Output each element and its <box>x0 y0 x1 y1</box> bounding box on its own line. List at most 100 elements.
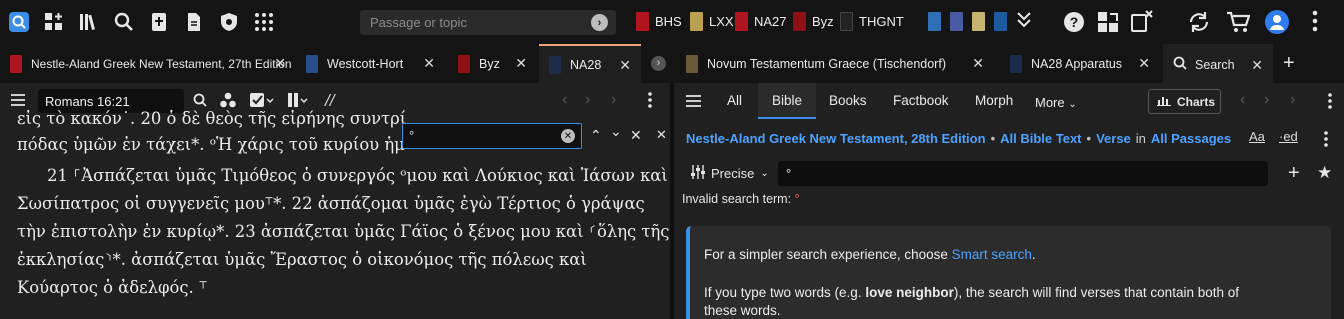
resource-link[interactable]: Nestle-Aland Greek New Testament, 28th E… <box>686 131 986 146</box>
search-icon[interactable] <box>193 93 207 110</box>
tab-label: Nestle-Aland Greek New Testament, 27th E… <box>31 56 292 71</box>
shortcut-lxx[interactable]: LXX <box>690 12 734 31</box>
home-icon[interactable] <box>8 11 30 33</box>
find-previous-icon[interactable]: ⌃ <box>590 127 602 144</box>
tab-factbook[interactable]: Factbook <box>893 93 949 108</box>
cart-icon[interactable] <box>1226 11 1250 33</box>
favorite-star-icon[interactable]: ★ <box>1317 163 1332 183</box>
reference-value: Romans 16:21 <box>45 93 130 109</box>
help-icon[interactable]: ? <box>1063 11 1085 33</box>
sync-icon[interactable] <box>1187 11 1211 33</box>
shortcut-book-8[interactable] <box>994 12 1013 31</box>
search-query-input[interactable]: ° <box>778 161 1268 186</box>
text-scope-link[interactable]: All Bible Text <box>1000 131 1081 146</box>
text-line: τὴν ἐπιστολὴν ἐν κυρίῳ*. 23 ἀσπάζεται ὑμ… <box>17 222 670 241</box>
panel-menu-icon[interactable] <box>1130 9 1154 33</box>
close-tab-icon[interactable]: ✕ <box>515 55 527 72</box>
tab-byz[interactable]: Byz ✕ <box>448 44 537 83</box>
link-set-icon[interactable]: // <box>325 91 334 111</box>
tab-bible[interactable]: Bible <box>758 83 816 119</box>
guides-icon[interactable] <box>148 11 170 33</box>
shortcut-book-7[interactable] <box>972 12 991 31</box>
text-line: ἐκκλησίας⸃*. ἀσπάζεται ὑμᾶς Ἔραστος ὁ οἰ… <box>17 250 587 269</box>
chevron-right-icon: › <box>651 56 666 71</box>
charts-button[interactable]: Charts <box>1148 89 1221 114</box>
search-options-icon[interactable] <box>1324 131 1328 150</box>
svg-text:?: ? <box>1070 14 1079 30</box>
panel-menu-icon[interactable] <box>11 94 25 109</box>
book-cover-icon <box>972 12 985 31</box>
forward-arrow-icon[interactable]: › <box>1264 91 1269 109</box>
search-error: Invalid search term: ° <box>682 192 800 206</box>
add-panel-icon[interactable] <box>43 11 65 33</box>
tab-scroll-arrow[interactable]: › <box>648 44 672 83</box>
bar-chart-icon <box>1157 94 1171 109</box>
unit-link[interactable]: Verse <box>1096 131 1131 146</box>
account-avatar-icon[interactable] <box>1265 10 1289 34</box>
error-mark: ° <box>794 192 800 206</box>
shortcut-book-5[interactable] <box>928 12 947 31</box>
layouts-icon[interactable] <box>1097 11 1119 33</box>
close-tab-icon[interactable]: ✕ <box>972 55 984 72</box>
book-cover-icon <box>636 12 649 31</box>
book-cover-icon <box>994 12 1007 31</box>
tab-tischendorf[interactable]: Novum Testamentum Graece (Tischendorf) ✕ <box>676 44 994 83</box>
search-icon <box>1173 56 1187 73</box>
close-find-bar-icon[interactable]: ✕ <box>656 127 667 143</box>
shortcut-bhs[interactable]: BHS <box>636 12 682 31</box>
tab-na28-apparatus[interactable]: NA28 Apparatus ✕ <box>1000 44 1160 83</box>
forward-arrow-icon[interactable]: › <box>585 91 590 109</box>
back-arrow-icon[interactable]: ‹ <box>1240 91 1245 109</box>
smart-search-link[interactable]: Smart search <box>952 247 1032 262</box>
close-tab-icon[interactable]: ✕ <box>619 57 631 74</box>
find-next-icon[interactable]: ⌄ <box>610 123 622 140</box>
panel-options-icon[interactable] <box>1328 93 1332 112</box>
close-tab-icon[interactable]: ✕ <box>1251 57 1263 74</box>
passage-input[interactable]: Passage or topic › <box>360 10 616 35</box>
tab-label: Westcott-Hort <box>327 56 404 71</box>
tab-na28[interactable]: NA28 ✕ <box>539 44 641 83</box>
tip-2: If you type two words (e.g. love neighbo… <box>704 285 1239 300</box>
search-mode-dropdown[interactable]: Precise ⌄ <box>690 165 769 182</box>
clear-icon[interactable]: ✕ <box>561 129 575 143</box>
add-term-icon[interactable]: + <box>1288 162 1300 185</box>
tab-morph[interactable]: Morph <box>975 93 1013 108</box>
shortcut-thgnt[interactable]: THGNT <box>840 12 904 31</box>
more-shortcuts-chevron-icon[interactable] <box>1016 10 1032 30</box>
tools-icon[interactable] <box>218 11 240 33</box>
panel-menu-icon[interactable] <box>686 95 701 110</box>
apps-grid-icon[interactable] <box>253 11 275 33</box>
shortcut-na27[interactable]: NA27 <box>735 12 787 31</box>
case-sensitive-icon[interactable]: Aa <box>1249 129 1265 144</box>
tab-strip: Nestle-Aland Greek New Testament, 27th E… <box>0 44 1344 83</box>
search-icon[interactable] <box>113 11 135 33</box>
go-arrow-icon[interactable]: › <box>591 14 608 31</box>
text-line: 21 ⸀Ἀσπάζεται ὑμᾶς Τιμόθεος ὁ συνεργός ᵒ… <box>47 166 668 185</box>
close-find-icon[interactable]: ✕ <box>630 127 642 144</box>
tab-search[interactable]: Search ✕ <box>1163 44 1273 83</box>
range-link[interactable]: All Passages <box>1151 131 1231 146</box>
forward-history-icon[interactable]: › <box>1290 91 1295 109</box>
close-tab-icon[interactable]: ✕ <box>423 55 435 72</box>
forward-history-icon[interactable]: › <box>611 91 616 109</box>
tab-westcott-hort[interactable]: Westcott-Hort ✕ <box>296 44 445 83</box>
main-menu-icon[interactable] <box>1312 10 1318 32</box>
tab-all[interactable]: All <box>727 93 742 108</box>
close-tab-icon[interactable]: ✕ <box>274 55 286 72</box>
tab-label: Byz <box>479 56 500 71</box>
panel-options-icon[interactable] <box>648 92 652 111</box>
shortcut-byz[interactable]: Byz <box>793 12 834 31</box>
tab-na27[interactable]: Nestle-Aland Greek New Testament, 27th E… <box>0 44 296 83</box>
find-in-page-input[interactable]: ° ✕ <box>402 123 582 149</box>
book-cover-icon <box>928 12 941 31</box>
diacritics-icon[interactable]: ·ed <box>1279 129 1298 144</box>
shortcut-book-6[interactable] <box>950 12 969 31</box>
new-tab-button[interactable]: + <box>1280 44 1304 83</box>
tab-books[interactable]: Books <box>829 93 867 108</box>
documents-icon[interactable] <box>183 11 205 33</box>
close-tab-icon[interactable]: ✕ <box>1138 55 1150 72</box>
library-icon[interactable] <box>78 11 100 33</box>
tab-label: NA28 <box>570 57 602 72</box>
back-arrow-icon[interactable]: ‹ <box>562 91 567 109</box>
tab-more[interactable]: More ⌄ <box>1035 95 1077 110</box>
